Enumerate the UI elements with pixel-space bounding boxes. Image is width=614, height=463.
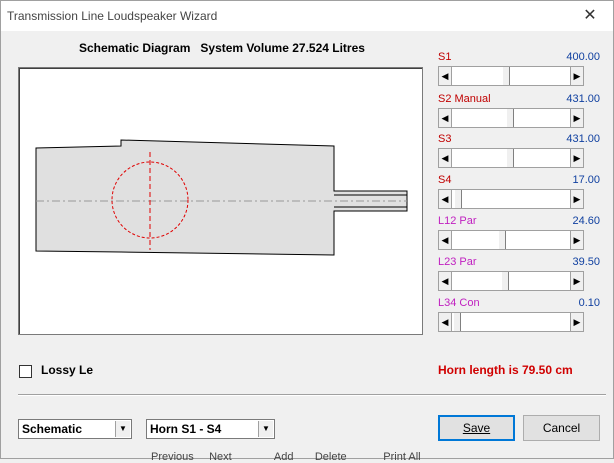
slider-track[interactable]: ◀ ▶ [438,189,584,209]
title-bar: Transmission Line Loudspeaker Wizard ✕ [1,1,613,31]
heading-label: Schematic Diagram [79,41,191,55]
horn-select[interactable]: Horn S1 - S4 ▼ [146,419,275,439]
enclosure-shape [35,139,408,256]
scroll-right-icon[interactable]: ▶ [570,149,583,167]
slider-value: 0.10 [578,297,600,309]
slider-value: 24.60 [572,215,600,227]
background-toolbar-text: Previous Next Add Delete Print All [151,451,421,463]
lossy-checkbox[interactable] [19,365,32,378]
horn-length-text: Horn length is 79.50 cm [438,363,573,377]
horn-select-value: Horn S1 - S4 [150,422,222,436]
slider-thumb[interactable] [498,231,506,249]
view-select-value: Schematic [22,422,83,436]
separator [18,394,606,396]
slider-value: 400.00 [566,51,600,63]
slider-track[interactable]: ◀ ▶ [438,230,584,250]
slider-thumb[interactable] [506,149,514,167]
slider-row: L12 Par 24.60 ◀ ▶ [438,215,600,251]
slider-track[interactable]: ◀ ▶ [438,66,584,86]
slider-value: 39.50 [572,256,600,268]
scroll-right-icon[interactable]: ▶ [570,109,583,127]
scroll-left-icon[interactable]: ◀ [439,190,452,208]
scroll-left-icon[interactable]: ◀ [439,313,452,331]
window-title: Transmission Line Loudspeaker Wizard [7,9,218,23]
slider-row: S1 400.00 ◀ ▶ [438,51,600,87]
scroll-right-icon[interactable]: ▶ [570,67,583,85]
chevron-down-icon[interactable]: ▼ [258,421,273,437]
scroll-left-icon[interactable]: ◀ [439,149,452,167]
scroll-left-icon[interactable]: ◀ [439,231,452,249]
slider-row: S3 431.00 ◀ ▶ [438,133,600,169]
slider-value: 431.00 [566,133,600,145]
slider-label: L23 Par [438,256,477,268]
slider-label: L12 Par [438,215,477,227]
scroll-right-icon[interactable]: ▶ [570,313,583,331]
slider-track[interactable]: ◀ ▶ [438,271,584,291]
slider-row: L23 Par 39.50 ◀ ▶ [438,256,600,292]
schematic-heading: Schematic Diagram System Volume 27.524 L… [79,41,365,55]
close-icon[interactable]: ✕ [567,1,613,31]
slider-thumb[interactable] [501,272,509,290]
slider-label: L34 Con [438,297,480,309]
slider-value: 17.00 [572,174,600,186]
chevron-down-icon[interactable]: ▼ [115,421,130,437]
slider-row: S4 17.00 ◀ ▶ [438,174,600,210]
scroll-left-icon[interactable]: ◀ [439,272,452,290]
system-volume: System Volume 27.524 Litres [200,41,365,55]
wizard-window: Transmission Line Loudspeaker Wizard ✕ S… [0,0,614,463]
save-button[interactable]: Save [438,415,515,441]
schematic-diagram [18,67,423,335]
scroll-right-icon[interactable]: ▶ [570,190,583,208]
slider-thumb[interactable] [502,67,510,85]
cancel-button-label: Cancel [542,421,581,435]
slider-thumb[interactable] [454,190,462,208]
slider-label: S4 [438,174,452,186]
slider-label: S3 [438,133,452,145]
view-select[interactable]: Schematic ▼ [18,419,132,439]
scroll-right-icon[interactable]: ▶ [570,231,583,249]
cancel-button[interactable]: Cancel [523,415,600,441]
scroll-left-icon[interactable]: ◀ [439,67,452,85]
slider-value: 431.00 [566,93,600,105]
slider-thumb[interactable] [506,109,514,127]
slider-label: S1 [438,51,452,63]
slider-thumb[interactable] [453,313,461,331]
slider-row: L34 Con 0.10 ◀ ▶ [438,297,600,333]
slider-label: S2 Manual [438,93,491,105]
save-button-label: Save [462,421,491,435]
scroll-right-icon[interactable]: ▶ [570,272,583,290]
slider-row: S2 Manual 431.00 ◀ ▶ [438,93,600,129]
lossy-label: Lossy Le [41,363,94,377]
slider-track[interactable]: ◀ ▶ [438,108,584,128]
slider-track[interactable]: ◀ ▶ [438,312,584,332]
slider-track[interactable]: ◀ ▶ [438,148,584,168]
scroll-left-icon[interactable]: ◀ [439,109,452,127]
schematic-svg [35,139,408,256]
